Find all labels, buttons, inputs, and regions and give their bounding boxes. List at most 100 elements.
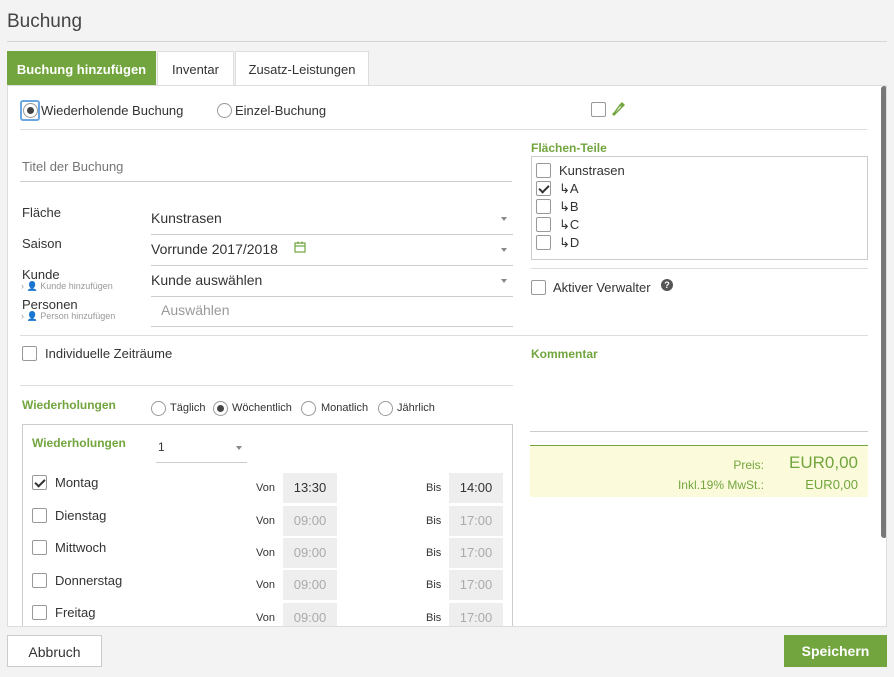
- help-icon[interactable]: ?: [661, 279, 673, 291]
- flaechen-teile-label: Flächen-Teile: [531, 141, 607, 155]
- flaechen-teile-list: Kunstrasen ↳A ↳B ↳C ↳D: [531, 156, 868, 260]
- recurring-booking-label: Wiederholende Buchung: [41, 103, 184, 118]
- flaeche-label: Fläche: [22, 205, 62, 220]
- flaechen-teil-checkbox[interactable]: [536, 181, 551, 196]
- page-title: Buchung: [7, 11, 83, 32]
- von-label: Von: [256, 579, 275, 591]
- tab-buchung-hinzufuegen[interactable]: Buchung hinzufügen: [7, 51, 156, 86]
- cancel-button[interactable]: Abbruch: [7, 635, 102, 667]
- flaechen-teil-label: ↳D: [559, 235, 580, 250]
- von-time-input[interactable]: 09:00: [283, 603, 337, 626]
- color-checkbox[interactable]: [591, 102, 606, 117]
- day-checkbox[interactable]: [32, 475, 47, 490]
- von-label: Von: [256, 612, 275, 624]
- add-person-link[interactable]: › 👤 Person hinzufügen: [21, 311, 115, 322]
- flaechen-teil-label: Kunstrasen: [559, 163, 625, 178]
- day-label: Freitag: [55, 605, 96, 620]
- divider: [20, 385, 513, 386]
- von-time-input[interactable]: 09:00: [283, 538, 337, 568]
- flaeche-select[interactable]: Kunstrasen: [151, 204, 513, 235]
- weekly-schedule-box: Wiederholungen 1 Montag Von 13:30 Bis 14…: [22, 424, 513, 626]
- bis-label: Bis: [426, 515, 442, 527]
- mwst-value: EUR0,00: [805, 477, 858, 492]
- bis-time-input[interactable]: 14:00: [449, 473, 503, 503]
- save-button[interactable]: Speichern: [784, 635, 887, 667]
- page-header: Buchung: [7, 0, 887, 42]
- von-label: Von: [256, 482, 275, 494]
- flaechen-teil-label: ↳C: [559, 217, 580, 232]
- von-time-input[interactable]: 13:30: [283, 473, 337, 503]
- bis-time-input[interactable]: 17:00: [449, 570, 503, 600]
- wiederholungen-label: Wiederholungen: [22, 398, 116, 412]
- repeat-count-select[interactable]: 1: [156, 433, 247, 463]
- von-time-input[interactable]: 09:00: [283, 506, 337, 536]
- kunde-value: Kunde auswählen: [151, 272, 263, 288]
- day-label: Montag: [55, 475, 99, 490]
- price-box: Preis: EUR0,00 Inkl.19% MwSt.: EUR0,00: [530, 445, 868, 497]
- von-time-input[interactable]: 09:00: [283, 570, 337, 600]
- booking-form-panel: Wiederholende Buchung Einzel-Buchung Flä…: [7, 85, 887, 627]
- bis-time-input[interactable]: 17:00: [449, 538, 503, 568]
- kunde-label: Kunde: [22, 267, 60, 282]
- von-label: Von: [256, 515, 275, 527]
- personen-select[interactable]: Auswählen: [151, 296, 513, 327]
- bis-time-input[interactable]: 17:00: [449, 506, 503, 536]
- calendar-icon[interactable]: [294, 240, 306, 258]
- eyedropper-icon[interactable]: [612, 101, 626, 122]
- repeat-option-radio[interactable]: [301, 401, 316, 416]
- repeat-option-radio[interactable]: [213, 401, 228, 416]
- kommentar-textarea[interactable]: [530, 368, 868, 432]
- day-checkbox[interactable]: [32, 605, 47, 620]
- aktiver-verwalter-label: Aktiver Verwalter: [553, 280, 651, 295]
- repeat-option-label: Wöchentlich: [232, 402, 292, 414]
- flaechen-teil-checkbox[interactable]: [536, 163, 551, 178]
- add-user-icon: 👤: [26, 311, 38, 321]
- bis-label: Bis: [426, 612, 442, 624]
- aktiver-verwalter-checkbox[interactable]: [531, 280, 546, 295]
- day-checkbox[interactable]: [32, 573, 47, 588]
- repeat-count-value: 1: [158, 440, 165, 454]
- add-kunde-link[interactable]: › 👤 Kunde hinzufügen: [21, 281, 113, 292]
- chevron-down-icon: [236, 446, 242, 450]
- repeat-option-label: Jährlich: [397, 402, 435, 414]
- chevron-down-icon: [501, 248, 507, 252]
- day-label: Dienstag: [55, 508, 107, 523]
- flaeche-value: Kunstrasen: [151, 210, 222, 226]
- preis-label: Preis:: [733, 458, 764, 472]
- flaechen-teil-checkbox[interactable]: [536, 199, 551, 214]
- bis-label: Bis: [426, 482, 442, 494]
- individual-periods-label: Individuelle Zeiträume: [45, 346, 173, 361]
- divider: [20, 129, 867, 130]
- individual-periods-checkbox[interactable]: [22, 346, 37, 361]
- repeat-option-label: Täglich: [170, 402, 206, 414]
- flaechen-teil-label: ↳A: [559, 181, 579, 196]
- tab-zusatz-leistungen[interactable]: Zusatz-Leistungen: [235, 51, 369, 86]
- day-label: Mittwoch: [55, 540, 107, 555]
- single-booking-label: Einzel-Buchung: [235, 103, 327, 118]
- repeat-option-radio[interactable]: [378, 401, 393, 416]
- scrollbar[interactable]: [881, 86, 886, 538]
- recurring-booking-radio[interactable]: [23, 103, 38, 118]
- saison-select[interactable]: Vorrunde 2017/2018: [151, 235, 513, 266]
- divider: [20, 335, 868, 336]
- flaechen-teil-checkbox[interactable]: [536, 217, 551, 232]
- day-checkbox[interactable]: [32, 540, 47, 555]
- divider: [531, 268, 868, 269]
- flaechen-teil-label: ↳B: [559, 199, 579, 214]
- booking-title-input[interactable]: [20, 152, 512, 182]
- add-person-text: Person hinzufügen: [40, 311, 116, 321]
- repeat-option-radio[interactable]: [151, 401, 166, 416]
- chevron-down-icon: [501, 279, 507, 283]
- wiederholungen-inner-label: Wiederholungen: [32, 436, 126, 450]
- saison-label: Saison: [22, 236, 62, 251]
- von-label: Von: [256, 547, 275, 559]
- bis-time-input[interactable]: 17:00: [449, 603, 503, 626]
- personen-label: Personen: [22, 297, 78, 312]
- flaechen-teil-checkbox[interactable]: [536, 235, 551, 250]
- kunde-select[interactable]: Kunde auswählen: [151, 266, 513, 297]
- day-checkbox[interactable]: [32, 508, 47, 523]
- tab-inventar[interactable]: Inventar: [157, 51, 234, 86]
- day-label: Donnerstag: [55, 573, 123, 588]
- single-booking-radio[interactable]: [217, 103, 232, 118]
- add-user-icon: 👤: [26, 281, 38, 291]
